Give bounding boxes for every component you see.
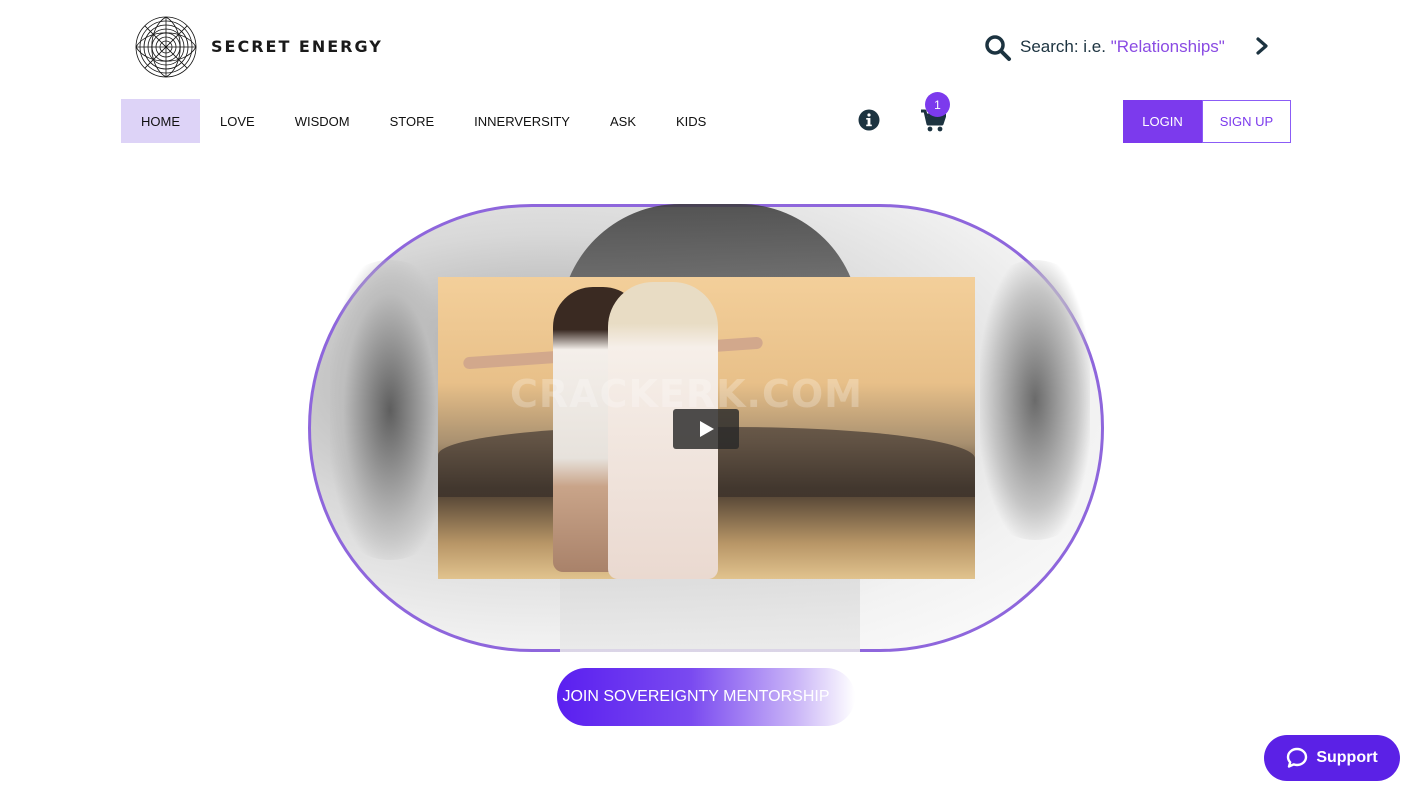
brand-name[interactable]: SECRET ENERGY [211, 37, 383, 56]
signup-button[interactable]: SIGN UP [1202, 100, 1291, 143]
nav-item-ask[interactable]: ASK [590, 99, 656, 143]
hero-smoke-left [330, 260, 450, 560]
support-label: Support [1316, 749, 1378, 766]
login-button[interactable]: LOGIN [1123, 100, 1202, 143]
search-icon[interactable] [984, 34, 1012, 62]
play-button[interactable] [673, 409, 739, 449]
nav-item-store[interactable]: STORE [370, 99, 455, 143]
nav-item-innerversity[interactable]: INNERVERSITY [454, 99, 590, 143]
nav-item-love[interactable]: LOVE [200, 99, 275, 143]
support-button[interactable]: Support [1264, 735, 1400, 781]
play-icon [700, 421, 714, 437]
chat-bubble-icon [1287, 747, 1308, 768]
chevron-right-icon[interactable] [1254, 36, 1270, 56]
join-mentorship-button[interactable]: JOIN SOVEREIGNTY MENTORSHIP [557, 668, 855, 726]
spiral-logo-icon[interactable] [135, 16, 197, 78]
main-nav: HOME LOVE WISDOM STORE INNERVERSITY ASK … [121, 99, 726, 143]
search-prefix: Search: i.e. [1020, 37, 1111, 56]
nav-item-wisdom[interactable]: WISDOM [275, 99, 370, 143]
info-icon[interactable] [858, 109, 880, 131]
hero-smoke-right [980, 260, 1090, 540]
cart-count-badge: 1 [925, 92, 950, 117]
nav-item-kids[interactable]: KIDS [656, 99, 726, 143]
nav-item-home[interactable]: HOME [121, 99, 200, 143]
search-input[interactable]: Search: i.e. "Relationships" [1020, 37, 1225, 57]
search-example: "Relationships" [1110, 37, 1225, 56]
